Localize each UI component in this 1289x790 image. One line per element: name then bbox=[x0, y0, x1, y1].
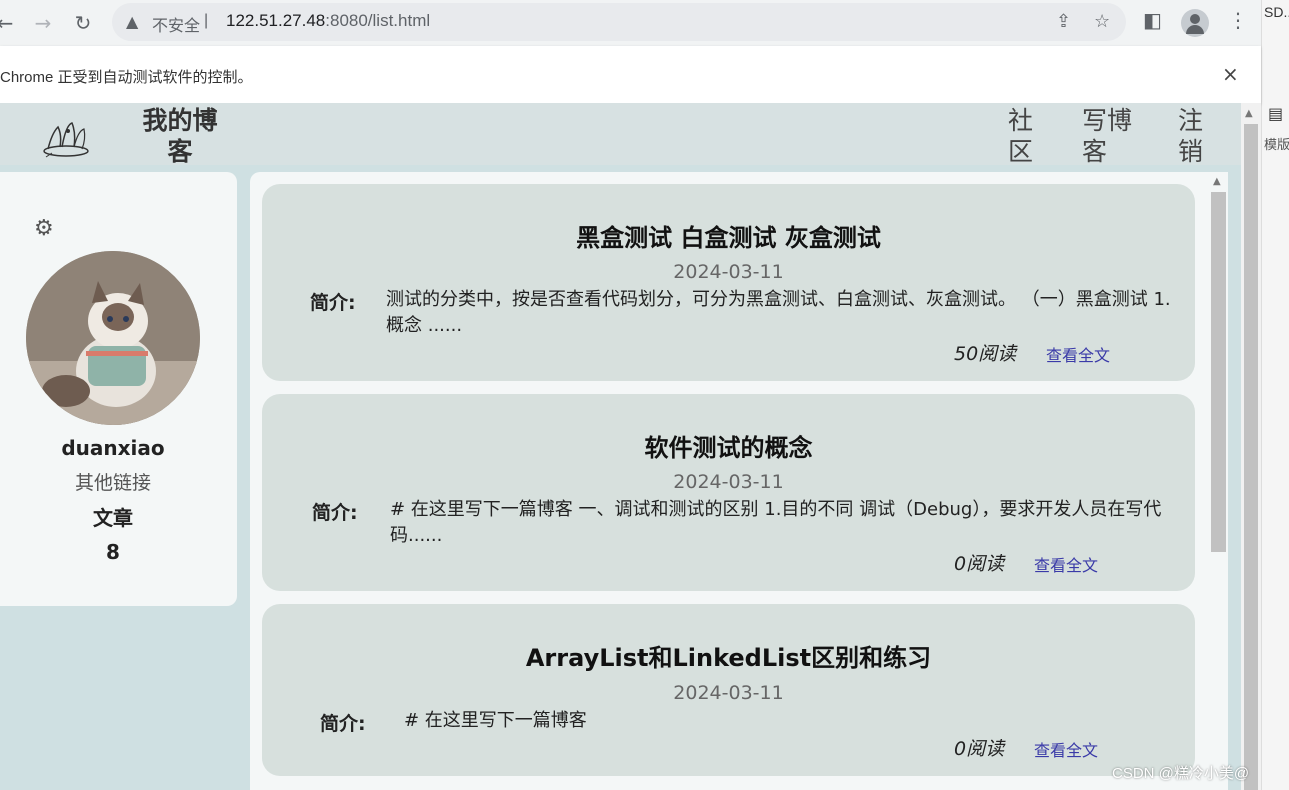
articles-count: 8 bbox=[106, 540, 120, 564]
inner-scrollbar-thumb[interactable] bbox=[1211, 192, 1226, 552]
blog-read-count: 50阅读 bbox=[954, 343, 1017, 365]
page-scrollbar-thumb[interactable] bbox=[1244, 124, 1258, 790]
page-scroll-up-icon[interactable]: ▲ bbox=[1245, 108, 1253, 119]
watermark: CSDN @糕冷小美@ bbox=[1112, 765, 1250, 782]
blog-title: 黑盒测试 白盒测试 灰盒测试 bbox=[576, 224, 881, 252]
gear-icon[interactable]: ⚙ bbox=[34, 216, 54, 241]
url-text[interactable]: 122.51.27.48:8080/list.html bbox=[226, 11, 430, 31]
blog-date: 2024-03-11 bbox=[673, 471, 784, 493]
blog-card: 黑盒测试 白盒测试 灰盒测试 2024-03-11 简介: 测试的分类中，按是否… bbox=[262, 184, 1195, 381]
security-label: 不安全 bbox=[152, 18, 201, 35]
browser-toolbar: ← → ↻ ▲ 不安全 | 122.51.27.48:8080/list.htm… bbox=[0, 0, 1261, 46]
profile-avatar-icon[interactable] bbox=[1181, 9, 1209, 37]
blog-date: 2024-03-11 bbox=[673, 261, 784, 283]
site-title[interactable]: 我的博客 bbox=[140, 105, 220, 167]
blog-intro-label: 简介: bbox=[312, 502, 358, 524]
other-links[interactable]: 其他链接 bbox=[0, 468, 226, 495]
scroll-up-icon[interactable]: ▲ bbox=[1213, 176, 1221, 187]
view-full-link[interactable]: 查看全文 bbox=[1034, 737, 1098, 761]
blog-intro-label: 简介: bbox=[320, 713, 366, 735]
side-panel-icon[interactable]: ◧ bbox=[1143, 8, 1162, 32]
share-icon[interactable]: ⇪ bbox=[1056, 11, 1071, 32]
blog-card: 软件测试的概念 2024-03-11 简介: # 在这里写下一篇博客 一、调试和… bbox=[262, 394, 1195, 591]
logo-icon bbox=[43, 122, 89, 158]
blog-title: ArrayList和LinkedList区别和练习 bbox=[525, 644, 932, 672]
avatar bbox=[26, 251, 200, 425]
blog-title: 软件测试的概念 bbox=[644, 434, 813, 462]
menu-kebab-icon[interactable]: ⋮ bbox=[1228, 8, 1248, 32]
profile-card: ⚙ duanxiao 其他链接 文章 8 bbox=[0, 172, 237, 606]
blog-read-count: 0阅读 bbox=[954, 553, 1005, 575]
layout-icon: ▤ bbox=[1268, 104, 1284, 123]
blog-desc: 测试的分类中，按是否查看代码划分，可分为黑盒测试、白盒测试、灰盒测试。 （一）黑… bbox=[386, 289, 1171, 336]
infobar-text: Chrome 正受到自动测试软件的控制。 bbox=[0, 69, 253, 86]
blog-desc: # 在这里写下一篇博客 一、调试和测试的区别 1.目的不同 调试（Debug），… bbox=[390, 499, 1162, 546]
bookmark-star-icon[interactable]: ☆ bbox=[1094, 11, 1110, 32]
view-full-link[interactable]: 查看全文 bbox=[1034, 552, 1098, 576]
warning-icon: ▲ bbox=[126, 12, 139, 31]
reload-icon[interactable]: ↻ bbox=[70, 10, 96, 36]
site-navbar: 我的博客 社区 写博客 注销 bbox=[0, 103, 1241, 167]
articles-label: 文章 bbox=[93, 506, 133, 530]
blog-date: 2024-03-11 bbox=[673, 682, 784, 704]
automation-infobar: Chrome 正受到自动测试软件的控制。 × bbox=[0, 46, 1261, 104]
blog-desc: # 在这里写下一篇博客 bbox=[404, 710, 587, 731]
separator: | bbox=[204, 12, 209, 29]
nav-link-community[interactable]: 社区 bbox=[1008, 105, 1038, 167]
adjacent-label: 模版 bbox=[1264, 138, 1289, 153]
back-icon[interactable]: ← bbox=[0, 10, 18, 36]
nav-link-logout[interactable]: 注销 bbox=[1178, 105, 1208, 167]
blog-intro-label: 简介: bbox=[310, 292, 356, 314]
forward-icon[interactable]: → bbox=[30, 10, 56, 36]
view-full-link[interactable]: 查看全文 bbox=[1046, 342, 1110, 366]
address-bar[interactable]: ▲ 不安全 | 122.51.27.48:8080/list.html ⇪ ☆ bbox=[112, 3, 1126, 41]
username: duanxiao bbox=[61, 436, 165, 460]
blog-read-count: 0阅读 bbox=[954, 738, 1005, 760]
close-icon[interactable]: × bbox=[1222, 62, 1239, 86]
blog-card: ArrayList和LinkedList区别和练习 2024-03-11 简介:… bbox=[262, 604, 1195, 776]
adjacent-tab-text: SD... bbox=[1264, 4, 1289, 20]
adjacent-window-strip: SD... ▤ 模版 bbox=[1261, 0, 1289, 790]
nav-link-write-blog[interactable]: 写博客 bbox=[1082, 105, 1134, 167]
